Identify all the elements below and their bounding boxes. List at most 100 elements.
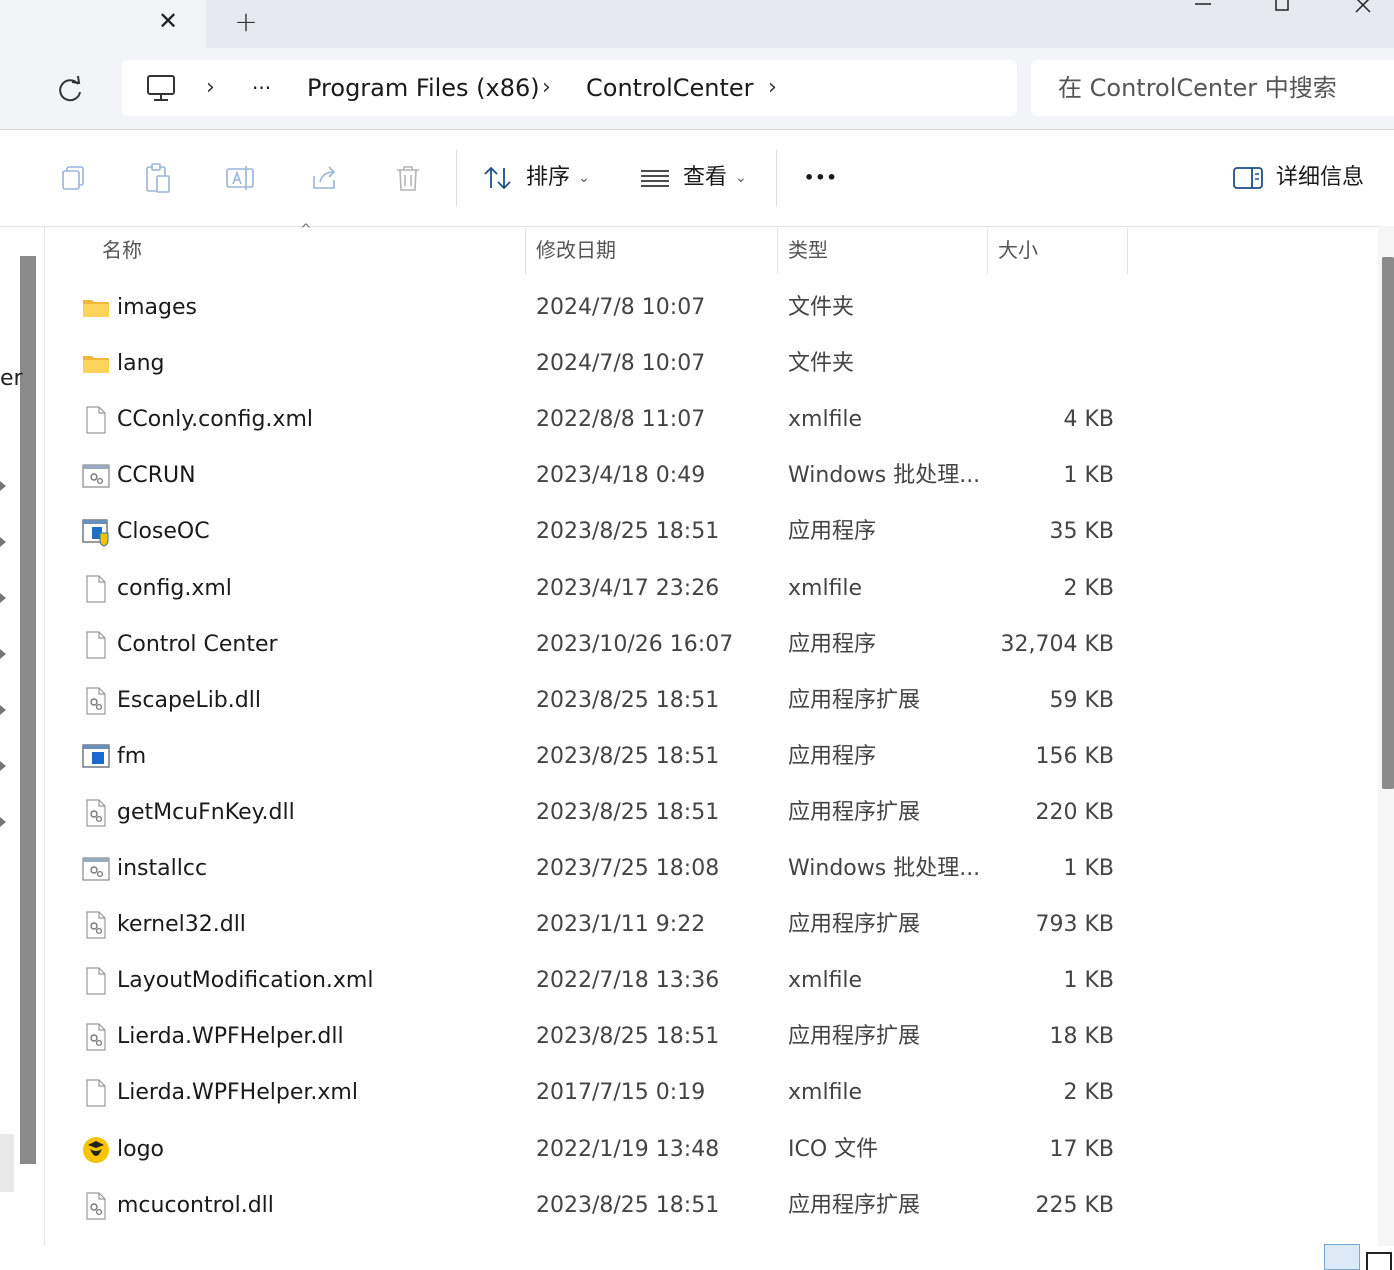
column-header-name[interactable]: 名称 <box>102 232 142 268</box>
breadcrumb-controlcenter[interactable]: ControlCenter <box>586 60 754 116</box>
details-pane-icon[interactable] <box>1230 160 1266 196</box>
nav-expand-chevron-icon[interactable] <box>0 760 8 772</box>
file-date: 2023/8/25 18:51 <box>536 687 720 713</box>
file-name: fm <box>117 743 147 769</box>
file-size: 1 KB <box>1063 463 1114 489</box>
table-row[interactable]: logo 2022/1/19 13:48 ICO 文件 17 KB <box>48 1122 1374 1178</box>
file-size: 793 KB <box>1035 912 1114 938</box>
nav-expand-chevron-icon[interactable] <box>0 648 8 660</box>
table-row[interactable]: fm 2023/8/25 18:51 应用程序 156 KB <box>48 729 1374 785</box>
file-date: 2022/8/8 11:07 <box>536 407 706 433</box>
view-chevron-down-icon[interactable]: ⌄ <box>735 160 747 196</box>
file-date: 2022/7/18 13:36 <box>536 968 720 994</box>
table-row[interactable]: LayoutModification.xml 2022/7/18 13:36 xml… <box>48 953 1374 1009</box>
maximize-icon[interactable] <box>1259 0 1305 18</box>
column-header-size[interactable]: 大小 <box>998 232 1038 268</box>
table-row[interactable]: Control Center 2023/10/26 16:07 应用程序 32,704… <box>48 617 1374 673</box>
scrollbar-thumb[interactable] <box>1382 257 1394 789</box>
file-name: mcucontrol.dll <box>117 1192 274 1218</box>
toolbar-separator <box>776 150 777 206</box>
window-close-icon[interactable] <box>1340 0 1386 18</box>
file-name: LayoutModification.xml <box>117 968 374 994</box>
nav-pane-divider[interactable] <box>44 226 45 1246</box>
nav-expand-chevron-icon[interactable] <box>0 536 8 548</box>
nav-expand-chevron-icon[interactable] <box>0 592 8 604</box>
app-icon <box>82 742 110 772</box>
new-tab-button[interactable]: + <box>226 6 266 38</box>
file-name: EscapeLib.dll <box>117 687 261 713</box>
paste-icon[interactable] <box>140 160 176 196</box>
file-date: 2024/7/8 10:07 <box>536 351 706 377</box>
rename-icon[interactable] <box>222 160 258 196</box>
sort-icon[interactable] <box>480 160 516 196</box>
file-size: 2 KB <box>1063 575 1114 601</box>
table-row[interactable]: getMcuFnKey.dll 2023/8/25 18:51 应用程序扩展 220 … <box>48 785 1374 841</box>
table-row[interactable]: CloseOC 2023/8/25 18:51 应用程序 35 KB <box>48 504 1374 560</box>
nav-expand-chevron-icon[interactable] <box>0 480 8 492</box>
table-row[interactable]: config.xml 2023/4/17 23:26 xmlfile 2 KB <box>48 561 1374 617</box>
file-date: 2023/8/25 18:51 <box>536 1024 720 1050</box>
column-header-date[interactable]: 修改日期 <box>536 232 616 268</box>
column-separator[interactable] <box>1127 228 1128 274</box>
table-row[interactable]: kernel32.dll 2023/1/11 9:22 应用程序扩展 793 KB <box>48 897 1374 953</box>
column-header-type[interactable]: 类型 <box>788 232 828 268</box>
view-list-icon[interactable] <box>638 160 674 196</box>
file-date: 2023/8/25 18:51 <box>536 743 720 769</box>
file-size: 35 KB <box>1049 519 1114 545</box>
breadcrumb-overflow[interactable]: ··· <box>252 60 271 116</box>
delete-icon[interactable] <box>390 160 426 196</box>
breadcrumb-chevron-icon[interactable]: › <box>768 60 777 116</box>
batch-file-icon <box>82 854 110 884</box>
view-button[interactable]: 查看 <box>683 160 727 196</box>
file-name: getMcuFnKey.dll <box>117 799 295 825</box>
file-type: 应用程序扩展 <box>788 799 921 825</box>
breadcrumb-chevron-icon[interactable]: › <box>206 60 215 116</box>
table-row[interactable]: lang 2024/7/8 10:07 文件夹 <box>48 336 1374 392</box>
file-size: 18 KB <box>1049 1024 1114 1050</box>
nav-expand-chevron-icon[interactable] <box>0 816 8 828</box>
nav-pane-scrollbar[interactable] <box>20 256 36 1164</box>
file-type: 应用程序扩展 <box>788 1192 921 1218</box>
nav-pane-item-label[interactable]: er <box>0 366 23 391</box>
table-row[interactable]: mcucontrol.dll 2023/8/25 18:51 应用程序扩展 225 K… <box>48 1178 1374 1234</box>
share-icon[interactable] <box>306 160 342 196</box>
file-name: Control Center <box>117 631 278 657</box>
file-name: lang <box>117 351 165 377</box>
tiles-view-toggle[interactable] <box>1366 1252 1392 1270</box>
breadcrumb-chevron-icon[interactable]: › <box>542 60 551 116</box>
file-type: xmlfile <box>788 407 863 433</box>
file-date: 2023/8/25 18:51 <box>536 799 720 825</box>
file-size: 2 KB <box>1063 1080 1114 1106</box>
file-date: 2022/1/19 13:48 <box>536 1136 720 1162</box>
file-date: 2023/10/26 16:07 <box>536 631 734 657</box>
file-name: config.xml <box>117 575 232 601</box>
table-row[interactable]: EscapeLib.dll 2023/8/25 18:51 应用程序扩展 59 KB <box>48 673 1374 729</box>
table-row[interactable]: CConly.config.xml 2022/8/8 11:07 xmlfile 4 … <box>48 392 1374 448</box>
details-button[interactable]: 详细信息 <box>1276 160 1364 196</box>
file-type: 文件夹 <box>788 295 855 320</box>
this-pc-icon[interactable] <box>144 72 178 104</box>
minimize-icon[interactable] <box>1180 0 1226 18</box>
file-date: 2023/1/11 9:22 <box>536 912 706 938</box>
table-row[interactable]: CCRUN 2023/4/18 0:49 Windows 批处理... 1 KB <box>48 448 1374 504</box>
file-size: 4 KB <box>1063 407 1114 433</box>
table-row[interactable]: installcc 2023/7/25 18:08 Windows 批处理... 1 … <box>48 841 1374 897</box>
table-row[interactable]: images 2024/7/8 10:07 文件夹 <box>48 280 1374 336</box>
table-row[interactable]: Lierda.WPFHelper.xml 2017/7/15 0:19 xmlfil… <box>48 1065 1374 1121</box>
column-separator[interactable] <box>987 228 988 274</box>
column-separator[interactable] <box>525 228 526 274</box>
copy-icon[interactable] <box>56 160 92 196</box>
table-row[interactable]: Lierda.WPFHelper.dll 2023/8/25 18:51 应用程序扩… <box>48 1009 1374 1065</box>
file-type: 应用程序扩展 <box>788 912 921 938</box>
tab-close-icon[interactable]: ✕ <box>148 6 188 36</box>
details-view-toggle[interactable] <box>1324 1244 1360 1270</box>
nav-pane-selected-item[interactable] <box>0 1134 14 1192</box>
sort-chevron-down-icon[interactable]: ⌄ <box>578 160 590 196</box>
breadcrumb-program-files[interactable]: Program Files (x86) <box>307 60 540 116</box>
refresh-icon[interactable] <box>48 68 92 112</box>
column-separator[interactable] <box>777 228 778 274</box>
sort-button[interactable]: 排序 <box>526 160 570 196</box>
more-options-button[interactable]: ••• <box>804 160 838 196</box>
nav-expand-chevron-icon[interactable] <box>0 704 8 716</box>
folder-icon <box>82 293 110 323</box>
